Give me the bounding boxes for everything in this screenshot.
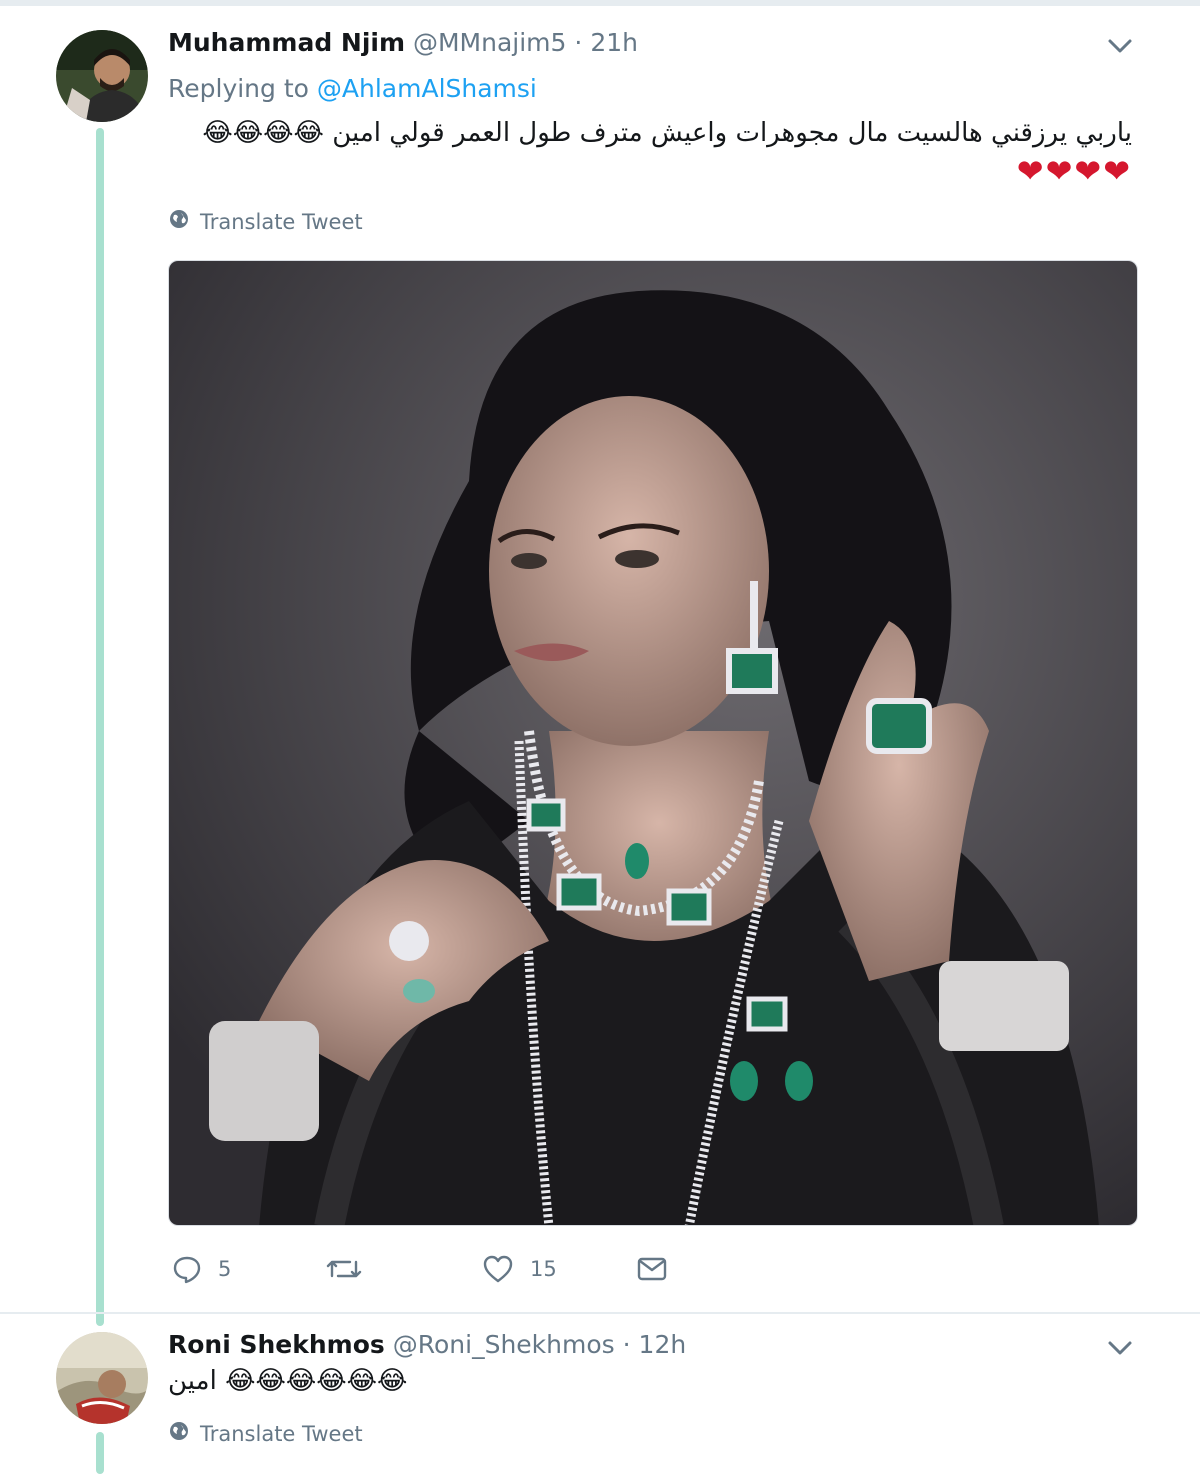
thread-line	[96, 128, 104, 1326]
laughing-emoji: 😂😂😂😂	[202, 118, 324, 148]
avatar[interactable]	[56, 30, 148, 122]
avatar-image	[56, 1332, 148, 1424]
tweet-body: امين	[168, 1366, 217, 1396]
author-name[interactable]: Roni Shekhmos	[168, 1330, 385, 1359]
tweet-body: ياربي يرزقني هالسيت مال مجوهرات واعيش مت…	[332, 118, 1132, 148]
message-icon	[636, 1254, 668, 1284]
translate-tweet-link[interactable]: Translate Tweet	[168, 208, 363, 235]
tweet-photo[interactable]	[168, 260, 1138, 1226]
tweet-header: Roni Shekhmos @Roni_Shekhmos · 12h	[168, 1330, 686, 1359]
chevron-down-icon[interactable]	[1106, 36, 1134, 56]
reply-count: 5	[218, 1257, 232, 1281]
mention-link[interactable]: @AhlamAlShamsi	[317, 74, 537, 103]
tweet-text: ياربي يرزقني هالسيت مال مجوهرات واعيش مت…	[202, 118, 1132, 148]
separator: ·	[574, 28, 583, 57]
translate-label: Translate Tweet	[200, 209, 363, 234]
like-icon	[482, 1254, 514, 1284]
timestamp[interactable]: 21h	[590, 28, 638, 57]
avatar[interactable]	[56, 1332, 148, 1424]
translate-tweet-link[interactable]: Translate Tweet	[168, 1420, 363, 1447]
replying-to: Replying to @AhlamAlShamsi	[168, 74, 537, 103]
laughing-emoji: 😂😂😂😂😂😂	[225, 1366, 408, 1396]
reply-button[interactable]: 5	[172, 1254, 231, 1284]
thread-line	[96, 1432, 104, 1474]
translate-label: Translate Tweet	[200, 1421, 363, 1446]
author-handle[interactable]: @Roni_Shekhmos	[393, 1330, 615, 1359]
replying-label: Replying to	[168, 74, 309, 103]
globe-icon	[168, 208, 190, 235]
author-handle[interactable]: @MMnajim5	[413, 28, 566, 57]
timestamp[interactable]: 12h	[639, 1330, 687, 1359]
tweet-text: امين 😂😂😂😂😂😂	[168, 1366, 407, 1396]
tweet-header: Muhammad Njim @MMnajim5 · 21h	[168, 28, 638, 57]
retweet-icon	[326, 1254, 362, 1284]
avatar-image	[56, 30, 148, 122]
tweet-divider	[0, 1312, 1200, 1314]
author-name[interactable]: Muhammad Njim	[168, 28, 405, 57]
like-count: 15	[530, 1257, 557, 1281]
photo-image	[169, 261, 1137, 1225]
direct-message-button[interactable]	[636, 1254, 668, 1284]
globe-icon	[168, 1420, 190, 1447]
retweet-button[interactable]	[326, 1254, 362, 1284]
chevron-down-icon[interactable]	[1106, 1338, 1134, 1358]
top-border	[0, 0, 1200, 6]
tweet-actions: 5 15	[168, 1254, 688, 1294]
heart-emoji: ❤❤❤❤	[1016, 152, 1132, 190]
reply-icon	[172, 1254, 202, 1284]
like-button[interactable]: 15	[482, 1254, 557, 1284]
separator: ·	[622, 1330, 631, 1359]
